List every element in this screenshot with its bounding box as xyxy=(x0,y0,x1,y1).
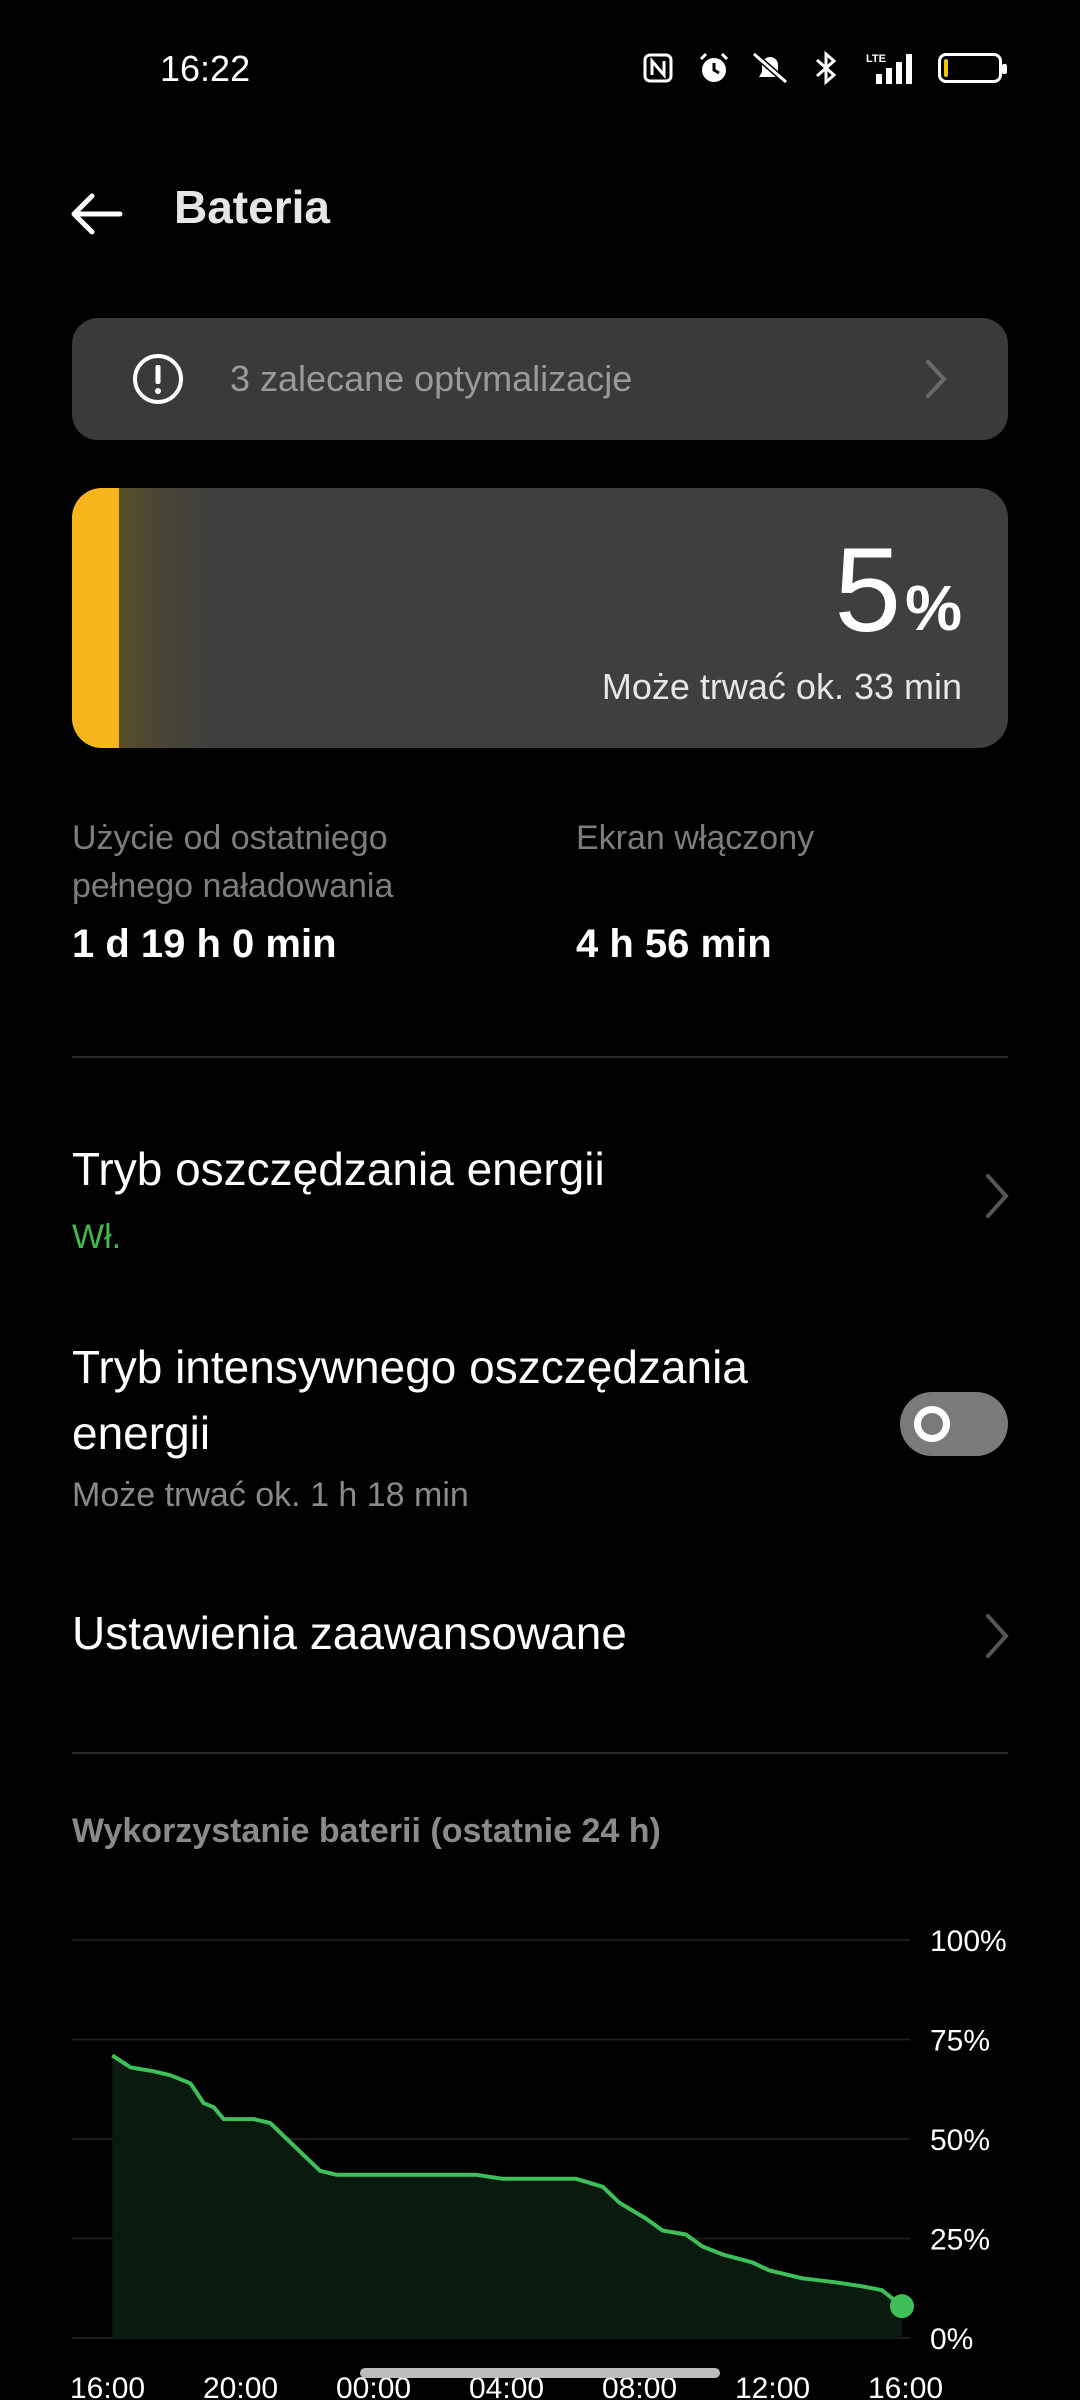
page-title: Bateria xyxy=(174,181,330,233)
usage-since-charge-value: 1 d 19 h 0 min xyxy=(72,922,337,966)
back-arrow-icon xyxy=(71,193,123,235)
super-saving-subtitle: Może trwać ok. 1 h 18 min xyxy=(72,1476,469,1514)
alert-icon xyxy=(133,354,183,404)
svg-text:LTE: LTE xyxy=(866,53,886,65)
nfc-icon xyxy=(638,48,678,88)
chevron-right-icon xyxy=(986,1614,1009,1658)
advanced-settings-row[interactable]: Ustawienia zaawansowane xyxy=(0,1590,1080,1680)
chevron-right-icon xyxy=(986,1174,1009,1218)
battery-level-card: 5 % Może trwać ok. 33 min xyxy=(72,488,1008,748)
x-tick-label: 16:00 xyxy=(70,2372,145,2400)
alarm-icon xyxy=(694,48,734,88)
home-indicator[interactable] xyxy=(360,2368,720,2378)
battery-percent-number: 5 xyxy=(834,523,902,657)
divider xyxy=(72,1752,1008,1754)
toggle-knob xyxy=(914,1406,950,1442)
battery-estimate: Może trwać ok. 33 min xyxy=(601,666,962,707)
status-time: 16:22 xyxy=(160,48,251,89)
series-area xyxy=(112,2055,903,2338)
y-tick-label: 100% xyxy=(930,1925,1007,1958)
optimizations-card[interactable]: 3 zalecane optymalizacje xyxy=(72,318,1008,440)
battery-level-gradient xyxy=(119,488,209,748)
battery-icon xyxy=(938,53,1007,83)
power-saving-row[interactable]: Tryb oszczędzania energii Wł. xyxy=(0,1120,1080,1270)
divider xyxy=(72,1056,1008,1058)
status-icons: LTE xyxy=(638,48,1007,88)
mute-icon xyxy=(750,48,790,88)
x-tick-label: 20:00 xyxy=(203,2372,278,2400)
usage-since-charge: Użycie od ostatniego pełnego naładowania… xyxy=(72,814,393,967)
usage-since-charge-label-2: pełnego naładowania xyxy=(72,867,394,905)
super-saving-toggle[interactable] xyxy=(900,1392,1008,1456)
screen-on-value: 4 h 56 min xyxy=(576,922,772,966)
y-tick-label: 50% xyxy=(930,2124,990,2157)
screen-on-time: Ekran włączony 4 h 56 min xyxy=(576,814,814,967)
y-tick-label: 75% xyxy=(930,2025,990,2058)
battery-usage-chart: 100%75%50%25%0%16:00 20:00 00:00 04:00 08:00… xyxy=(70,1925,1007,2400)
bluetooth-icon xyxy=(806,48,846,88)
power-saving-status: Wł. xyxy=(72,1218,122,1256)
chart-title: Wykorzystanie baterii (ostatnie 24 h) xyxy=(72,1812,661,1850)
usage-since-charge-label-1: Użycie od ostatniego xyxy=(72,819,388,857)
screen-on-label: Ekran włączony xyxy=(576,819,815,857)
battery-percent-sign: % xyxy=(905,572,962,644)
y-tick-label: 25% xyxy=(930,2224,990,2257)
back-button[interactable] xyxy=(64,182,128,246)
advanced-settings-title: Ustawienia zaawansowane xyxy=(72,1607,627,1659)
chevron-right-icon xyxy=(926,360,947,398)
x-tick-label: 16:00 xyxy=(868,2372,943,2400)
current-point xyxy=(890,2294,914,2319)
x-tick-label: 12:00 xyxy=(735,2372,810,2400)
lte-signal-icon: LTE xyxy=(862,48,922,88)
optimizations-label: 3 zalecane optymalizacje xyxy=(230,358,633,399)
super-saving-title-line2: energii xyxy=(72,1407,211,1459)
battery-level-fill xyxy=(72,488,119,748)
power-saving-title: Tryb oszczędzania energii xyxy=(72,1143,605,1195)
super-saving-title-line1: Tryb intensywnego oszczędzania xyxy=(72,1341,748,1393)
battery-percent: 5 % xyxy=(834,530,962,650)
y-tick-label: 0% xyxy=(930,2323,973,2356)
